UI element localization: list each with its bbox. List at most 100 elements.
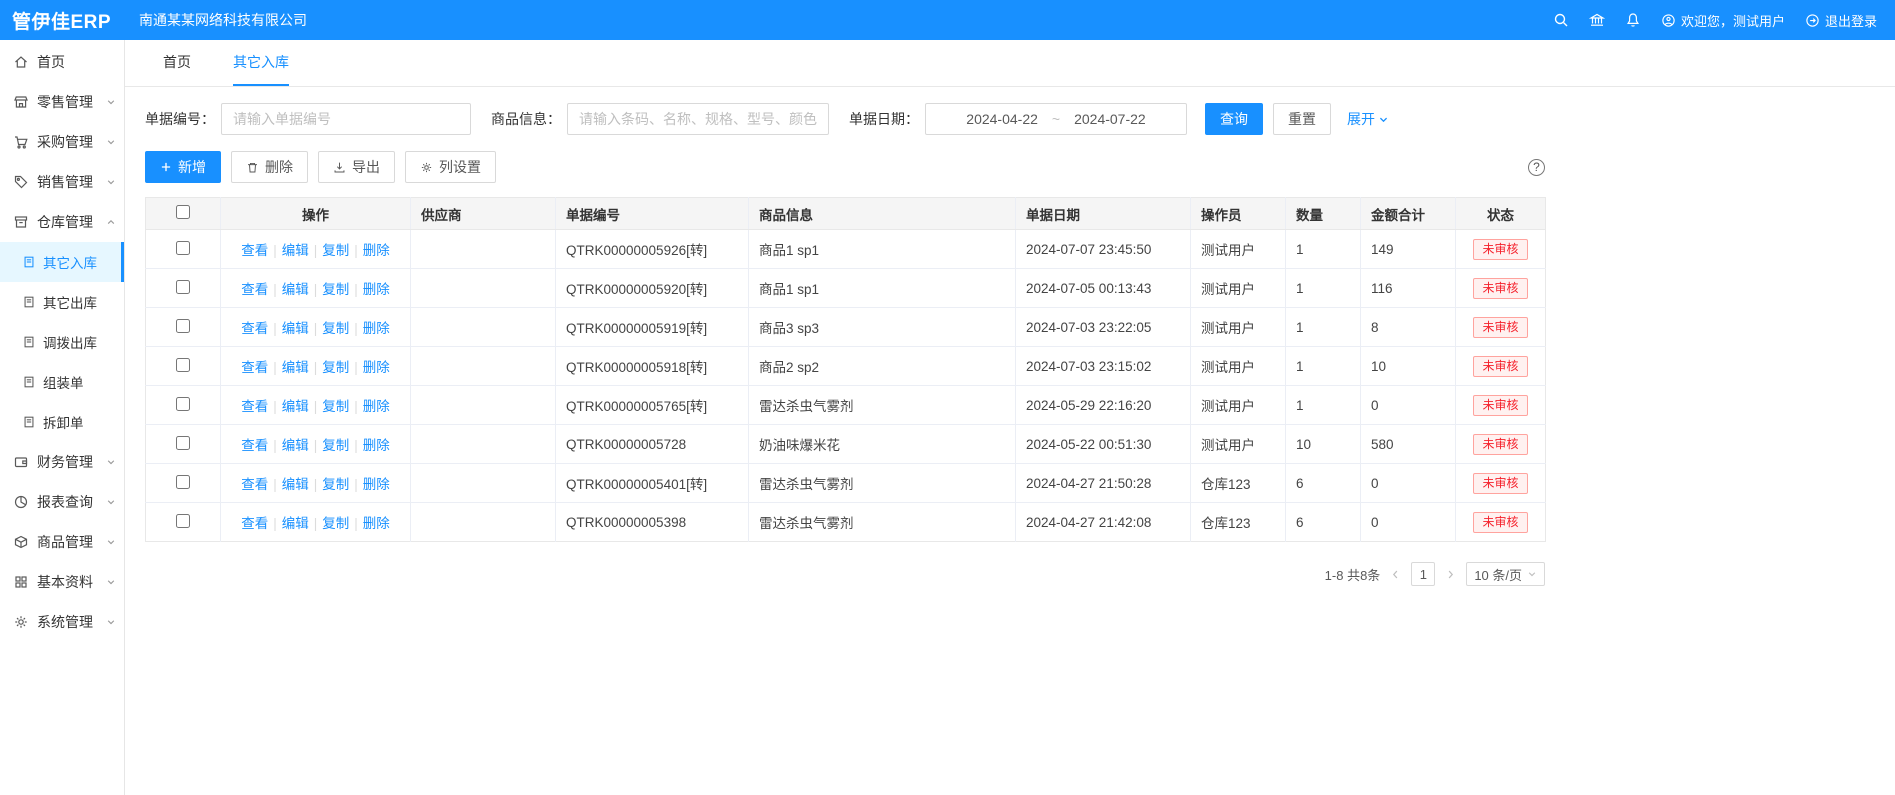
- column-settings-button[interactable]: 列设置: [405, 151, 496, 183]
- sidebar-item-reports[interactable]: 报表查询: [0, 482, 124, 522]
- gear-icon: [13, 614, 29, 630]
- delete-link[interactable]: 删除: [363, 438, 390, 453]
- edit-link[interactable]: 编辑: [282, 516, 309, 531]
- status-badge: 未审核: [1473, 434, 1527, 455]
- copy-link[interactable]: 复制: [322, 360, 349, 375]
- sidebar-item-warehouse[interactable]: 仓库管理: [0, 202, 124, 242]
- cell-operator: 测试用户: [1191, 230, 1286, 269]
- delete-link[interactable]: 删除: [363, 321, 390, 336]
- view-link[interactable]: 查看: [241, 438, 268, 453]
- copy-link[interactable]: 复制: [322, 243, 349, 258]
- product-info-input[interactable]: [567, 103, 829, 135]
- edit-link[interactable]: 编辑: [282, 360, 309, 375]
- cell-supplier: [411, 464, 556, 503]
- filter-bar: 单据编号： 商品信息： 单据日期： 2024-04-22 ~ 2024-07-2…: [145, 103, 1565, 135]
- view-link[interactable]: 查看: [241, 243, 268, 258]
- view-link[interactable]: 查看: [241, 360, 268, 375]
- view-link[interactable]: 查看: [241, 321, 268, 336]
- next-page-button[interactable]: [1445, 569, 1456, 580]
- sidebar-item-products[interactable]: 商品管理: [0, 522, 124, 562]
- delete-link[interactable]: 删除: [363, 360, 390, 375]
- select-all-checkbox[interactable]: [176, 205, 190, 219]
- view-link[interactable]: 查看: [241, 477, 268, 492]
- delete-link[interactable]: 删除: [363, 282, 390, 297]
- bill-no-input[interactable]: [221, 103, 471, 135]
- tab-other-inbound[interactable]: 其它入库: [233, 40, 289, 86]
- help-icon[interactable]: ?: [1528, 159, 1545, 176]
- add-button[interactable]: 新增: [145, 151, 221, 183]
- cell-amount: 580: [1361, 425, 1456, 464]
- row-checkbox[interactable]: [176, 241, 190, 255]
- edit-link[interactable]: 编辑: [282, 282, 309, 297]
- copy-link[interactable]: 复制: [322, 438, 349, 453]
- row-checkbox[interactable]: [176, 397, 190, 411]
- sidebar-item-retail[interactable]: 零售管理: [0, 82, 124, 122]
- date-range-picker[interactable]: 2024-04-22 ~ 2024-07-22: [925, 103, 1187, 135]
- sidebar-subitem-other-inbound[interactable]: 其它入库: [0, 242, 124, 282]
- delete-link[interactable]: 删除: [363, 477, 390, 492]
- chevron-down-icon: [106, 497, 116, 507]
- delete-link[interactable]: 删除: [363, 243, 390, 258]
- view-link[interactable]: 查看: [241, 399, 268, 414]
- bell-icon[interactable]: [1625, 12, 1641, 28]
- logout-icon: [1805, 13, 1820, 28]
- sidebar-subitem-other-outbound[interactable]: 其它出库: [0, 282, 124, 322]
- table-row: 查看|编辑|复制|删除 QTRK00000005926[转] 商品1 sp1 2…: [146, 230, 1546, 269]
- row-checkbox[interactable]: [176, 514, 190, 528]
- search-button[interactable]: 查询: [1205, 103, 1263, 135]
- page-size-select[interactable]: 10 条/页: [1466, 562, 1545, 586]
- sidebar-subitem-assembly[interactable]: 组装单: [0, 362, 124, 402]
- cell-supplier: [411, 503, 556, 542]
- row-checkbox[interactable]: [176, 358, 190, 372]
- logout-button[interactable]: 退出登录: [1805, 11, 1877, 30]
- sidebar-subitem-transfer-outbound[interactable]: 调拨出库: [0, 322, 124, 362]
- copy-link[interactable]: 复制: [322, 477, 349, 492]
- reset-button[interactable]: 重置: [1273, 103, 1331, 135]
- copy-link[interactable]: 复制: [322, 321, 349, 336]
- delete-button[interactable]: 删除: [231, 151, 308, 183]
- edit-link[interactable]: 编辑: [282, 438, 309, 453]
- sidebar-subitem-disassembly[interactable]: 拆卸单: [0, 402, 124, 442]
- copy-link[interactable]: 复制: [322, 399, 349, 414]
- sidebar-item-home[interactable]: 首页: [0, 42, 124, 82]
- sidebar-item-system[interactable]: 系统管理: [0, 602, 124, 642]
- edit-link[interactable]: 编辑: [282, 321, 309, 336]
- sidebar-item-sales[interactable]: 销售管理: [0, 162, 124, 202]
- edit-link[interactable]: 编辑: [282, 477, 309, 492]
- tab-bar: 首页 其它入库: [125, 40, 1895, 87]
- delete-link[interactable]: 删除: [363, 516, 390, 531]
- copy-link[interactable]: 复制: [322, 516, 349, 531]
- sidebar-item-basic-data[interactable]: 基本资料: [0, 562, 124, 602]
- bank-icon[interactable]: [1589, 12, 1605, 28]
- view-link[interactable]: 查看: [241, 516, 268, 531]
- copy-link[interactable]: 复制: [322, 282, 349, 297]
- user-welcome[interactable]: 欢迎您，测试用户: [1661, 11, 1785, 30]
- row-checkbox[interactable]: [176, 475, 190, 489]
- pie-chart-icon: [13, 494, 29, 510]
- row-checkbox[interactable]: [176, 319, 190, 333]
- export-button[interactable]: 导出: [318, 151, 395, 183]
- sidebar-item-finance[interactable]: 财务管理: [0, 442, 124, 482]
- grid-icon: [13, 574, 29, 590]
- trash-icon: [246, 161, 259, 174]
- cell-date: 2024-04-27 21:42:08: [1016, 503, 1191, 542]
- cell-bill-no: QTRK00000005918[转]: [556, 347, 749, 386]
- document-icon: [22, 295, 36, 309]
- page-number-button[interactable]: 1: [1411, 562, 1435, 586]
- view-link[interactable]: 查看: [241, 282, 268, 297]
- edit-link[interactable]: 编辑: [282, 243, 309, 258]
- sidebar-item-purchase[interactable]: 采购管理: [0, 122, 124, 162]
- row-checkbox[interactable]: [176, 280, 190, 294]
- row-checkbox[interactable]: [176, 436, 190, 450]
- edit-link[interactable]: 编辑: [282, 399, 309, 414]
- search-icon[interactable]: [1553, 12, 1569, 28]
- cart-icon: [13, 134, 29, 150]
- cell-amount: 0: [1361, 464, 1456, 503]
- delete-link[interactable]: 删除: [363, 399, 390, 414]
- prev-page-button[interactable]: [1390, 569, 1401, 580]
- cell-qty: 1: [1286, 269, 1361, 308]
- tag-icon: [13, 174, 29, 190]
- cell-date: 2024-07-05 00:13:43: [1016, 269, 1191, 308]
- tab-home[interactable]: 首页: [163, 40, 191, 86]
- expand-filters-link[interactable]: 展开: [1347, 109, 1389, 129]
